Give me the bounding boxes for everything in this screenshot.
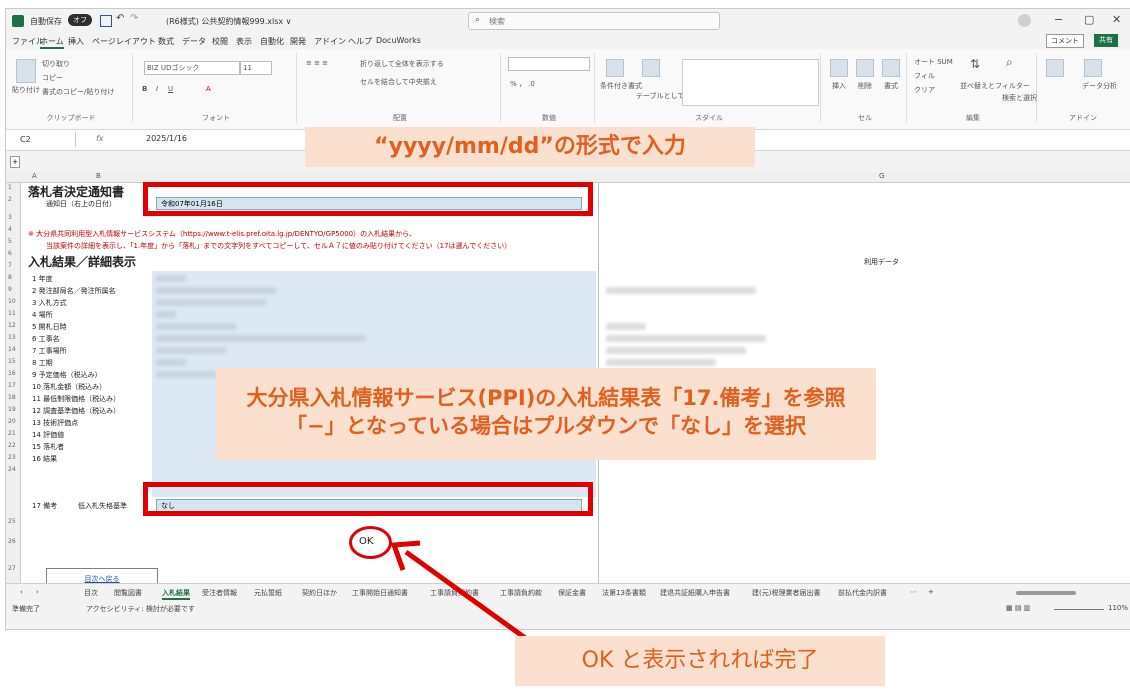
complete-callout: OK と表示されれば完了 [515,636,885,686]
pointer-arrow-line [404,549,530,643]
arrow-overlay [390,540,530,643]
